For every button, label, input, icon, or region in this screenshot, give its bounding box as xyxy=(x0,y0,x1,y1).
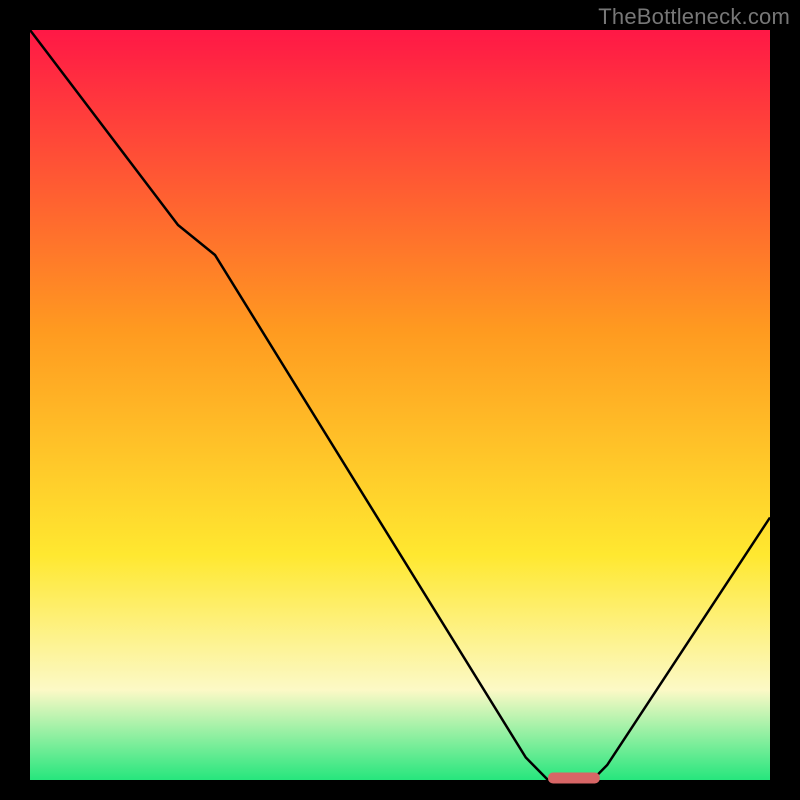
optimum-marker xyxy=(548,773,600,784)
watermark: TheBottleneck.com xyxy=(598,4,790,30)
chart-svg xyxy=(0,0,800,800)
plot-background xyxy=(30,30,770,780)
chart-frame: { "watermark": "TheBottleneck.com", "col… xyxy=(0,0,800,800)
